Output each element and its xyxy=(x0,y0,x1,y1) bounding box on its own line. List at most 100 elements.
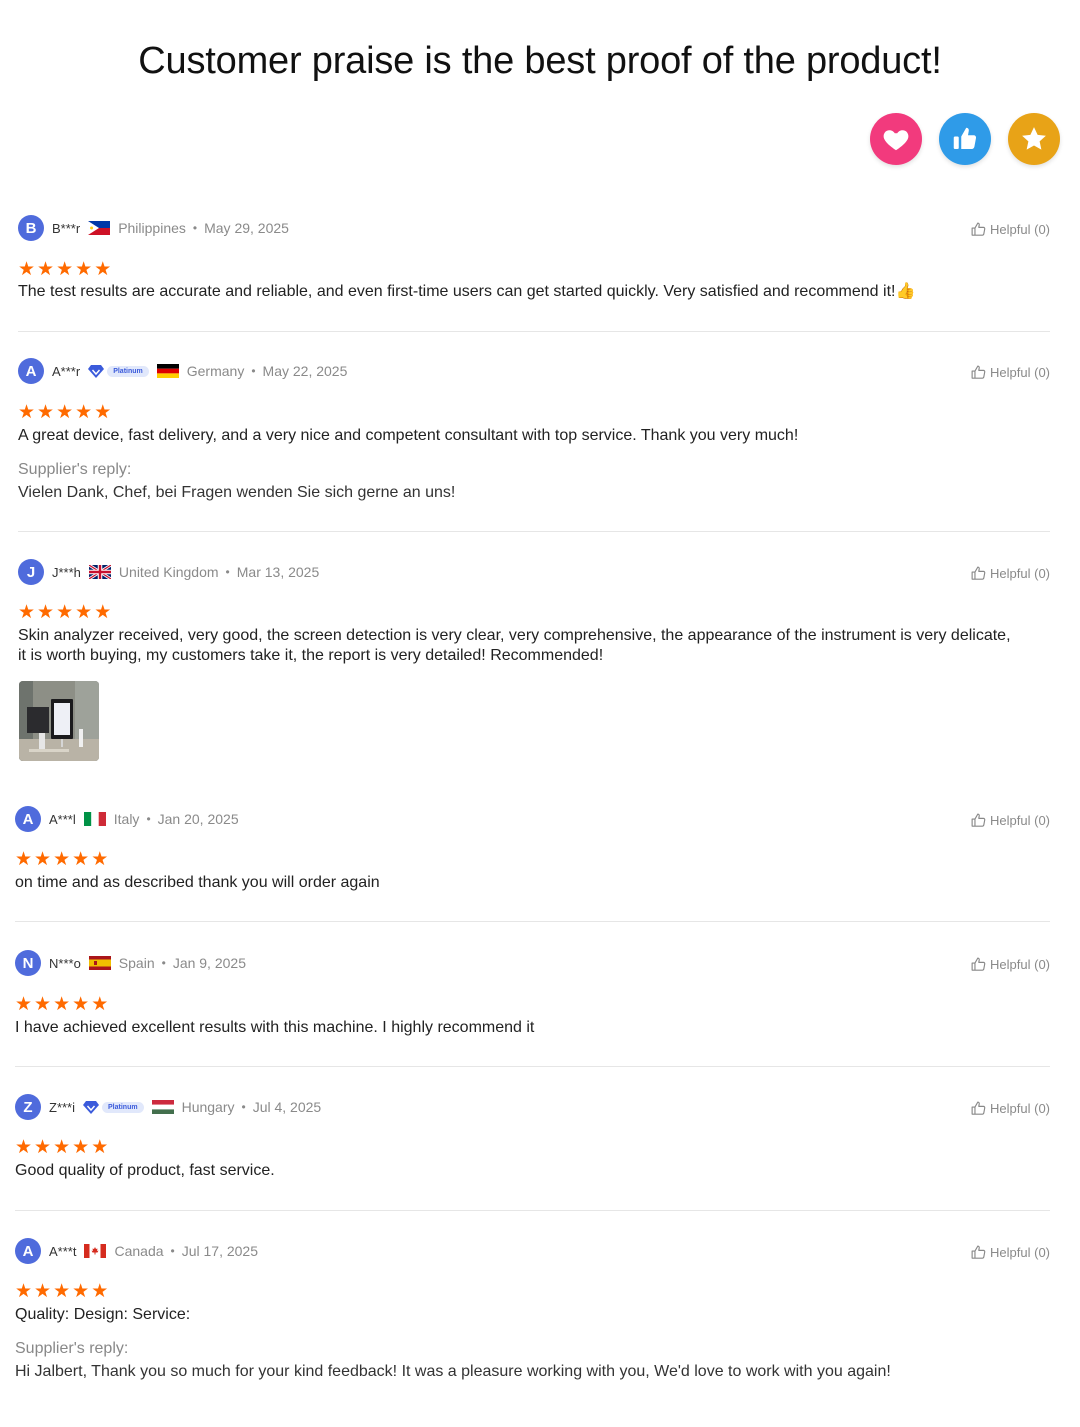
review-date: Jan 9, 2025 xyxy=(172,955,246,971)
helpful-label: Helpful (0) xyxy=(990,813,1050,828)
review-card: B B***r Philippines • May 29, 2025 Helpf… xyxy=(18,214,1050,300)
reviewer-country: Italy xyxy=(113,811,140,827)
reviewer-name: A***t xyxy=(49,1243,77,1259)
avatar: A xyxy=(18,358,44,384)
divider xyxy=(15,921,1050,922)
ph-flag-icon xyxy=(88,221,111,235)
helpful-button[interactable]: Helpful (0) xyxy=(970,565,1050,582)
rating-star-icon: ★ xyxy=(18,259,36,280)
separator-dot: • xyxy=(170,1244,175,1258)
avatar: J xyxy=(18,559,44,585)
de-flag-icon xyxy=(156,364,179,378)
review-text: Quality: Design: Service: xyxy=(15,1306,191,1323)
thumbs-up-outline-icon xyxy=(971,1101,986,1115)
rating-star-icon: ★ xyxy=(53,1281,71,1302)
separator-dot: • xyxy=(241,1100,246,1114)
divider xyxy=(15,1066,1050,1067)
review-meta: A A***r Platinum Germany • May 22, 2025 … xyxy=(18,357,1050,385)
reviewer-name: A***l xyxy=(49,811,76,827)
hu-flag-icon xyxy=(151,1100,174,1114)
rating-star-icon: ★ xyxy=(72,849,90,870)
review-date: May 22, 2025 xyxy=(262,363,348,379)
separator-dot: • xyxy=(225,565,230,579)
avatar: A xyxy=(15,806,41,832)
rating-star-icon: ★ xyxy=(34,849,52,870)
helpful-button[interactable]: Helpful (0) xyxy=(970,1244,1050,1261)
review-date: Mar 13, 2025 xyxy=(236,564,320,580)
helpful-button[interactable]: Helpful (0) xyxy=(970,221,1050,238)
separator-dot: • xyxy=(192,221,198,235)
thumbs-up-outline-icon xyxy=(971,813,986,827)
review-meta: J J***h United Kingdom • Mar 13, 2025 He… xyxy=(18,558,1050,586)
it-flag-icon xyxy=(83,812,106,826)
reviewer-country: United Kingdom xyxy=(118,564,219,580)
rating-star-icon: ★ xyxy=(37,259,55,280)
star-rating: ★ ★ ★ ★ ★ xyxy=(15,995,108,1014)
reviewer-country: Philippines xyxy=(118,220,186,236)
supplier-reply-label: Supplier's reply: xyxy=(18,461,132,478)
rating-star-icon: ★ xyxy=(72,994,90,1015)
helpful-button[interactable]: Helpful (0) xyxy=(970,956,1050,973)
reviewer-name: B***r xyxy=(52,220,81,236)
platinum-badge: Platinum xyxy=(83,1100,144,1114)
platinum-label: Platinum xyxy=(102,1101,144,1113)
review-meta: A A***l Italy • Jan 20, 2025 Helpful (0) xyxy=(15,805,1050,833)
rating-star-icon: ★ xyxy=(94,602,112,623)
review-meta: Z Z***i Platinum Hungary • Jul 4, 2025 H… xyxy=(15,1093,1050,1121)
review-card: N N***o Spain • Jan 9, 2025 Helpful (0) … xyxy=(15,949,1050,1036)
supplier-reply-label: Supplier's reply: xyxy=(15,1340,129,1357)
review-photo[interactable] xyxy=(19,681,99,761)
avatar: Z xyxy=(15,1094,41,1120)
uk-flag-icon xyxy=(88,565,111,579)
rating-star-icon: ★ xyxy=(91,994,109,1015)
supplier-reply-text: Hi Jalbert, Thank you so much for your k… xyxy=(15,1363,891,1380)
rating-star-icon: ★ xyxy=(53,1137,71,1158)
separator-dot: • xyxy=(146,812,151,826)
thumbs-up-outline-icon xyxy=(971,1245,986,1259)
rating-star-icon: ★ xyxy=(53,994,71,1015)
helpful-label: Helpful (0) xyxy=(990,957,1050,972)
helpful-label: Helpful (0) xyxy=(990,1245,1050,1260)
rating-star-icon: ★ xyxy=(15,849,33,870)
platinum-badge: Platinum xyxy=(88,364,149,378)
review-text: A great device, fast delivery, and a ver… xyxy=(18,427,799,444)
helpful-button[interactable]: Helpful (0) xyxy=(970,364,1050,381)
reviewer-country: Hungary xyxy=(181,1099,235,1115)
diamond-icon xyxy=(88,364,105,378)
reviewer-country: Spain xyxy=(118,955,155,971)
rating-star-icon: ★ xyxy=(94,402,112,423)
thumbs-up-outline-icon xyxy=(971,365,986,379)
rating-star-icon: ★ xyxy=(75,259,93,280)
rating-star-icon: ★ xyxy=(37,402,55,423)
heart-icon xyxy=(870,113,922,165)
rating-star-icon: ★ xyxy=(15,1281,33,1302)
avatar: A xyxy=(15,1238,41,1264)
rating-star-icon: ★ xyxy=(56,402,74,423)
thumbs-up-outline-icon xyxy=(971,566,986,580)
review-card: A A***r Platinum Germany • May 22, 2025 … xyxy=(18,357,1050,501)
helpful-button[interactable]: Helpful (0) xyxy=(970,812,1050,829)
review-meta: N N***o Spain • Jan 9, 2025 Helpful (0) xyxy=(15,949,1050,977)
rating-star-icon: ★ xyxy=(15,1137,33,1158)
rating-star-icon: ★ xyxy=(15,994,33,1015)
separator-dot: • xyxy=(251,364,256,378)
review-date: Jan 20, 2025 xyxy=(157,811,239,827)
thumbs-up-icon xyxy=(939,113,991,165)
separator-dot: • xyxy=(161,956,166,970)
avatar: N xyxy=(15,950,41,976)
es-flag-icon xyxy=(88,956,111,970)
rating-star-icon: ★ xyxy=(34,1137,52,1158)
thumbs-up-outline-icon xyxy=(971,222,986,236)
reviewer-name: A***r xyxy=(52,363,81,379)
rating-star-icon: ★ xyxy=(75,402,93,423)
review-meta: B B***r Philippines • May 29, 2025 Helpf… xyxy=(18,214,1050,242)
helpful-label: Helpful (0) xyxy=(990,566,1050,581)
review-meta: A A***t Canada • Jul 17, 2025 Helpful (0… xyxy=(15,1237,1050,1265)
rating-star-icon: ★ xyxy=(94,259,112,280)
star-rating: ★ ★ ★ ★ ★ xyxy=(18,260,111,279)
helpful-button[interactable]: Helpful (0) xyxy=(970,1100,1050,1117)
reviewer-name: N***o xyxy=(49,955,81,971)
star-rating: ★ ★ ★ ★ ★ xyxy=(18,603,111,622)
rating-star-icon: ★ xyxy=(72,1281,90,1302)
star-rating: ★ ★ ★ ★ ★ xyxy=(15,850,108,869)
